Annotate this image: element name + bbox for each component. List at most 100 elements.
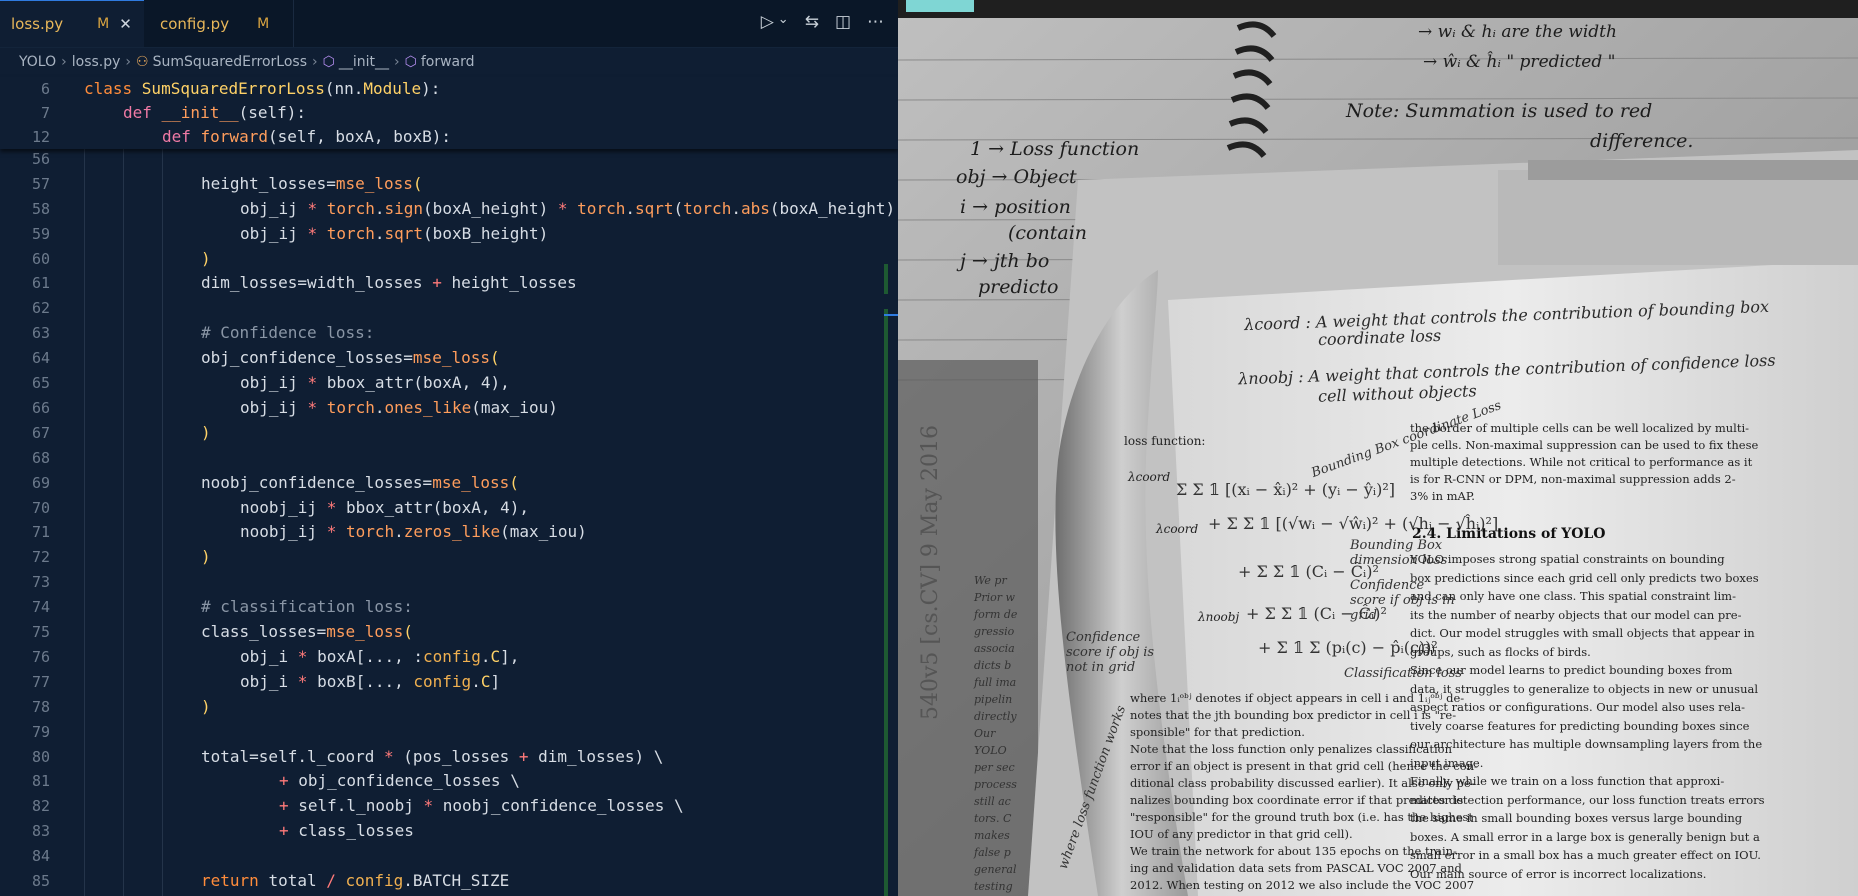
close-icon[interactable]: ✕ bbox=[119, 15, 132, 33]
line-number[interactable]: 63 bbox=[0, 321, 50, 345]
line-number[interactable]: 61 bbox=[0, 271, 50, 295]
code-text[interactable]: def __init__(self): bbox=[123, 101, 306, 125]
code-text[interactable]: + obj_confidence_losses \ bbox=[279, 769, 520, 793]
code-text[interactable]: height_losses=mse_loss( bbox=[201, 172, 423, 196]
line-number[interactable]: 82 bbox=[0, 794, 50, 818]
line-number[interactable]: 71 bbox=[0, 520, 50, 544]
code-line[interactable]: 82 + self.l_noobj * noobj_confidence_loss… bbox=[0, 794, 898, 818]
line-number[interactable]: 81 bbox=[0, 769, 50, 793]
line-number[interactable]: 73 bbox=[0, 570, 50, 594]
line-number[interactable]: 65 bbox=[0, 371, 50, 395]
code-line[interactable]: 79 bbox=[0, 720, 898, 744]
code-line[interactable]: 76 obj_i * boxA[..., :config.C], bbox=[0, 645, 898, 669]
breadcrumb-root[interactable]: YOLO bbox=[19, 54, 56, 70]
line-number[interactable]: 77 bbox=[0, 670, 50, 694]
code-text[interactable]: # classification loss: bbox=[201, 595, 413, 619]
line-number[interactable]: 7 bbox=[0, 101, 50, 125]
code-line[interactable]: 74 # classification loss: bbox=[0, 595, 898, 619]
code-line[interactable]: 58 obj_ij * torch.sign(boxA_height) * tor… bbox=[0, 197, 898, 221]
code-line[interactable]: 12 def forward(self, boxA, boxB): bbox=[0, 125, 898, 149]
code-line[interactable]: 81 + obj_confidence_losses \ bbox=[0, 769, 898, 793]
line-number[interactable]: 66 bbox=[0, 396, 50, 420]
code-text[interactable]: noobj_ij * torch.zeros_like(max_iou) bbox=[240, 520, 587, 544]
line-number[interactable]: 70 bbox=[0, 496, 50, 520]
code-text[interactable]: # Confidence loss: bbox=[201, 321, 374, 345]
code-text[interactable]: obj_ij * torch.ones_like(max_iou) bbox=[240, 396, 558, 420]
code-line[interactable]: 85 return total / config.BATCH_SIZE bbox=[0, 869, 898, 893]
line-number[interactable]: 74 bbox=[0, 595, 50, 619]
code-text[interactable]: noobj_confidence_losses=mse_loss( bbox=[201, 471, 519, 495]
split-editor-icon[interactable]: ◫ bbox=[835, 12, 851, 32]
code-line[interactable]: 73 bbox=[0, 570, 898, 594]
line-number[interactable]: 56 bbox=[0, 149, 50, 171]
code-line[interactable]: 80 total=self.l_coord * (pos_losses + dim… bbox=[0, 745, 898, 769]
code-text[interactable]: def forward(self, boxA, boxB): bbox=[162, 125, 451, 149]
code-text[interactable]: obj_i * boxB[..., config.C] bbox=[240, 670, 500, 694]
code-line[interactable]: 75 class_losses=mse_loss( bbox=[0, 620, 898, 644]
line-number[interactable]: 75 bbox=[0, 620, 50, 644]
code-line[interactable]: 78) bbox=[0, 695, 898, 719]
compare-changes-icon[interactable]: ⇆ bbox=[805, 12, 819, 32]
line-number[interactable]: 79 bbox=[0, 720, 50, 744]
line-number[interactable]: 58 bbox=[0, 197, 50, 221]
tab-config-py[interactable]: config.py M bbox=[144, 0, 294, 47]
code-area[interactable]: 55boxB_height=bbox_attr(boxB, 3)5657heig… bbox=[0, 149, 898, 896]
breadcrumb-class[interactable]: SumSquaredErrorLoss bbox=[153, 54, 307, 70]
line-number[interactable]: 76 bbox=[0, 645, 50, 669]
line-number[interactable]: 78 bbox=[0, 695, 50, 719]
code-text[interactable]: ) bbox=[201, 421, 211, 445]
line-number[interactable]: 80 bbox=[0, 745, 50, 769]
code-line[interactable]: 57 height_losses=mse_loss( bbox=[0, 172, 898, 196]
code-text[interactable]: + self.l_noobj * noobj_confidence_losses… bbox=[279, 794, 684, 818]
line-number[interactable]: 72 bbox=[0, 545, 50, 569]
line-number[interactable]: 69 bbox=[0, 471, 50, 495]
line-number[interactable]: 57 bbox=[0, 172, 50, 196]
code-text[interactable]: obj_confidence_losses=mse_loss( bbox=[201, 346, 500, 370]
line-number[interactable]: 60 bbox=[0, 247, 50, 271]
code-line[interactable]: 72) bbox=[0, 545, 898, 569]
code-line[interactable]: 62 bbox=[0, 296, 898, 320]
code-text[interactable]: dim_losses=width_losses + height_losses bbox=[201, 271, 577, 295]
code-text[interactable]: ) bbox=[201, 247, 211, 271]
code-text[interactable]: class SumSquaredErrorLoss(nn.Module): bbox=[84, 77, 440, 101]
more-actions-icon[interactable]: ⋯ bbox=[867, 12, 884, 32]
line-number[interactable]: 64 bbox=[0, 346, 50, 370]
code-line[interactable]: 84 bbox=[0, 844, 898, 868]
code-text[interactable]: noobj_ij * bbox_attr(boxA, 4), bbox=[240, 496, 529, 520]
line-number[interactable]: 68 bbox=[0, 446, 50, 470]
code-line[interactable]: 56 bbox=[0, 149, 898, 171]
line-number[interactable]: 84 bbox=[0, 844, 50, 868]
code-text[interactable]: total=self.l_coord * (pos_losses + dim_l… bbox=[201, 745, 663, 769]
code-text[interactable]: obj_ij * bbox_attr(boxA, 4), bbox=[240, 371, 510, 395]
line-number[interactable]: 6 bbox=[0, 77, 50, 101]
code-text[interactable]: return total / config.BATCH_SIZE bbox=[201, 869, 509, 893]
code-line[interactable]: 69 noobj_confidence_losses=mse_loss( bbox=[0, 471, 898, 495]
code-text[interactable]: obj_i * boxA[..., :config.C], bbox=[240, 645, 519, 669]
code-line[interactable]: 68 bbox=[0, 446, 898, 470]
code-line[interactable]: 77 obj_i * boxB[..., config.C] bbox=[0, 670, 898, 694]
code-line[interactable]: 7 def __init__(self): bbox=[0, 101, 898, 125]
code-line[interactable]: 66 obj_ij * torch.ones_like(max_iou) bbox=[0, 396, 898, 420]
code-text[interactable]: obj_ij * torch.sign(boxA_height) * torch… bbox=[240, 197, 895, 221]
code-line[interactable]: 60) bbox=[0, 247, 898, 271]
code-text[interactable]: + class_losses bbox=[279, 819, 414, 843]
code-text[interactable]: ) bbox=[201, 695, 211, 719]
code-line[interactable]: 71 noobj_ij * torch.zeros_like(max_iou) bbox=[0, 520, 898, 544]
code-line[interactable]: 59 obj_ij * torch.sqrt(boxB_height) bbox=[0, 222, 898, 246]
line-number[interactable]: 67 bbox=[0, 421, 50, 445]
line-number[interactable]: 12 bbox=[0, 125, 50, 149]
line-number[interactable]: 85 bbox=[0, 869, 50, 893]
breadcrumb-method-forward[interactable]: forward bbox=[421, 54, 475, 70]
code-text[interactable]: obj_ij * torch.sqrt(boxB_height) bbox=[240, 222, 548, 246]
code-text[interactable]: class_losses=mse_loss( bbox=[201, 620, 413, 644]
breadcrumb-file[interactable]: loss.py bbox=[72, 54, 121, 70]
run-icon[interactable]: ▷ bbox=[761, 12, 774, 32]
line-number[interactable]: 83 bbox=[0, 819, 50, 843]
code-line[interactable]: 83 + class_losses bbox=[0, 819, 898, 843]
tab-loss-py[interactable]: loss.py M ✕ bbox=[0, 0, 144, 47]
code-line[interactable]: 70 noobj_ij * bbox_attr(boxA, 4), bbox=[0, 496, 898, 520]
code-line[interactable]: 65 obj_ij * bbox_attr(boxA, 4), bbox=[0, 371, 898, 395]
code-line[interactable]: 64 obj_confidence_losses=mse_loss( bbox=[0, 346, 898, 370]
code-line[interactable]: 61 dim_losses=width_losses + height_losse… bbox=[0, 271, 898, 295]
line-number[interactable]: 62 bbox=[0, 296, 50, 320]
